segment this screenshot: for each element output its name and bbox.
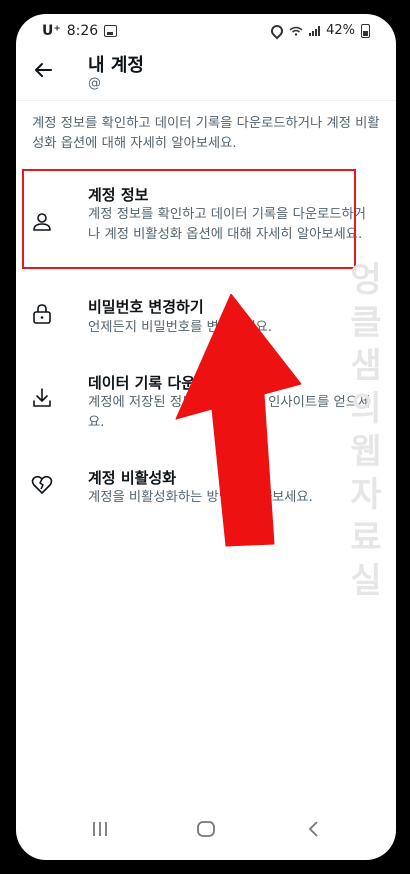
gallery-notification-icon <box>104 25 118 37</box>
header-divider <box>16 100 396 101</box>
back-arrow-icon[interactable] <box>31 58 55 82</box>
download-icon <box>33 388 51 407</box>
page-header: 내 계정 @ <box>16 48 396 100</box>
phone-screen: U⁺ 8:26 42% 내 계정 @ 계정 정보를 확인하고 데이터 기록을 다… <box>16 14 396 860</box>
home-icon[interactable] <box>194 818 218 840</box>
location-icon <box>268 22 286 39</box>
battery-percent: 42% <box>326 23 355 38</box>
status-bar: U⁺ 8:26 42% <box>16 14 396 48</box>
red-arrow-annotation <box>175 294 302 547</box>
watermark-text: 엉클샘의웹자료실 <box>350 260 382 601</box>
system-nav-bar <box>16 800 396 860</box>
battery-icon <box>361 23 370 38</box>
account-handle: @ <box>88 76 101 91</box>
page-title: 내 계정 <box>88 55 144 76</box>
page-description: 계정 정보를 확인하고 데이터 기록을 다운로드하거나 계정 비활성화 옵션에 … <box>32 116 380 151</box>
carrier-label: U⁺ <box>42 23 61 39</box>
lock-icon <box>33 304 51 324</box>
signal-icon <box>309 25 321 36</box>
highlight-box <box>22 169 356 269</box>
back-nav-icon[interactable] <box>302 818 326 840</box>
broken-heart-icon <box>31 475 53 494</box>
wifi-icon <box>289 26 303 36</box>
clock: 8:26 <box>66 23 99 39</box>
recent-apps-icon[interactable] <box>88 818 112 840</box>
